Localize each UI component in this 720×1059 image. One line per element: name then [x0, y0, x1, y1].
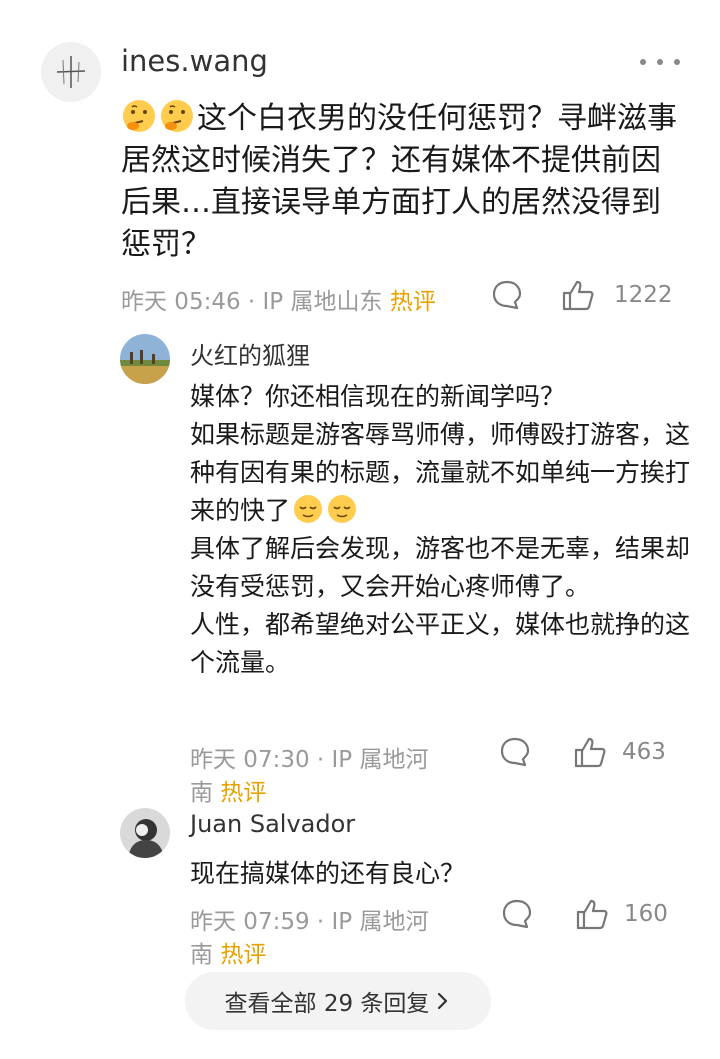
reply-username[interactable]: Juan Salvador [190, 810, 355, 838]
comment-line: 居然这时候消失了？还有媒体不提供前因 [121, 143, 661, 178]
thinking-face-icon [123, 100, 155, 132]
reply-username[interactable]: 火红的狐狸 [190, 336, 310, 371]
reply-text: 如果标题是游客辱骂师傅，师傅殴打游客，这种有因有果的标题，流量就不如单纯一方挨打… [190, 420, 691, 525]
like-count: 1222 [614, 282, 673, 308]
username[interactable]: ines.wang [121, 44, 268, 78]
reply-meta: 昨天 07:59 · IP 属地河 [190, 909, 429, 935]
comment-thread: ines.wang 这个白衣男的没任何惩罚？寻衅滋事 居然这时候消失了？还有媒体… [0, 0, 720, 1059]
comment-body: 这个白衣男的没任何惩罚？寻衅滋事 居然这时候消失了？还有媒体不提供前因 后果…直… [121, 98, 691, 266]
reply-paragraph: 具体了解后会发现，游客也不是无辜，结果却没有受惩罚，又会开始心疼师傅了。 [190, 534, 691, 601]
portrait-avatar-icon [120, 808, 170, 858]
comment-bubble-icon [492, 280, 522, 310]
relieved-face-icon [328, 495, 357, 523]
reply-meta-line2: 南 热评 [190, 935, 266, 969]
reply-paragraph: 如果标题是游客辱骂师傅，师傅殴打游客，这种有因有果的标题，流量就不如单纯一方挨打… [190, 416, 690, 530]
cross-sketch-avatar-icon [56, 56, 86, 88]
thumbs-up-icon [574, 737, 606, 768]
like-button[interactable]: 463 [572, 735, 666, 769]
reply-body: 现在搞媒体的还有良心？ [190, 855, 690, 893]
more-options-icon[interactable] [640, 54, 680, 70]
reply-meta: 昨天 07:30 · IP 属地河 [190, 747, 429, 773]
like-count: 160 [624, 901, 668, 927]
ip-location-tail: 南 [190, 780, 213, 806]
hot-badge: 热评 [220, 942, 267, 968]
hot-badge: 热评 [220, 780, 267, 806]
thinking-face-icon [161, 100, 193, 132]
reply-avatar[interactable] [120, 334, 170, 384]
comment-line: 这个白衣男的没任何惩罚？寻衅滋事 [197, 101, 677, 136]
reply-button[interactable] [498, 735, 532, 769]
thumbs-up-icon [576, 899, 608, 930]
reply-button[interactable] [500, 897, 534, 931]
user-avatar[interactable] [41, 42, 101, 102]
reply-avatar[interactable] [120, 808, 170, 858]
ip-location: · IP 属地山东 [247, 289, 383, 315]
ip-location-tail: 南 [190, 942, 213, 968]
view-all-label: 查看全部 29 条回复 [224, 991, 430, 1017]
comment-bubble-icon [500, 737, 530, 767]
view-all-replies-button[interactable]: 查看全部 29 条回复 [185, 972, 491, 1030]
comment-bubble-icon [502, 899, 532, 929]
like-button[interactable]: 1222 [560, 278, 673, 312]
thumbs-up-icon [562, 280, 594, 311]
reply-meta-line2: 南 热评 [190, 773, 266, 807]
reply-paragraph: 人性，都希望绝对公平正义，媒体也就挣的这个流量。 [190, 610, 691, 677]
reply-button[interactable] [490, 278, 524, 312]
like-count: 463 [622, 739, 666, 765]
like-button[interactable]: 160 [574, 897, 668, 931]
relieved-face-icon [294, 495, 323, 523]
reply-paragraph: 现在搞媒体的还有良心？ [190, 859, 466, 888]
landscape-avatar-icon [120, 334, 170, 384]
comment-meta: 昨天 05:46 · IP 属地山东 热评 [121, 282, 436, 316]
reply-body: 媒体？你还相信现在的新闻学吗？ 如果标题是游客辱骂师傅，师傅殴打游客，这种有因有… [190, 378, 690, 682]
comment-line: 后果…直接误导单方面打人的居然没得到 [121, 185, 661, 220]
hot-badge: 热评 [389, 289, 436, 315]
chevron-right-icon [438, 992, 448, 1010]
timestamp: 昨天 05:46 [121, 289, 241, 315]
comment-line: 惩罚？ [121, 227, 211, 262]
reply-paragraph: 媒体？你还相信现在的新闻学吗？ [190, 382, 566, 411]
